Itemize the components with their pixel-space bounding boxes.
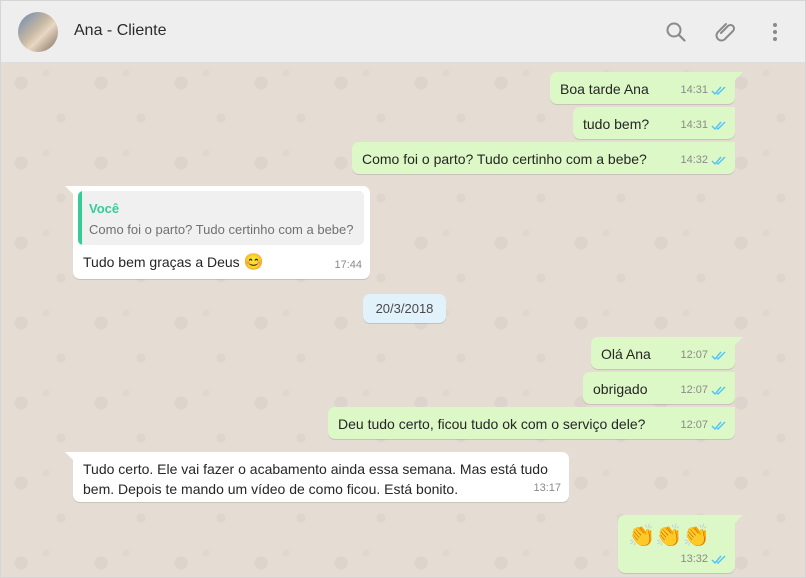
message-time: 14:32 — [680, 154, 708, 166]
message-outgoing[interactable]: Boa tarde Ana 14:31 — [550, 72, 743, 104]
read-ticks-icon — [711, 121, 726, 130]
attach-icon[interactable] — [714, 20, 738, 44]
message-time: 13:32 — [680, 553, 708, 565]
message-outgoing[interactable]: Como foi o parto? Tudo certinho com a be… — [352, 142, 735, 174]
message-text: tudo bem? — [583, 116, 650, 132]
clapping-hands-emoji: 👏👏👏 — [628, 523, 711, 548]
message-text: Deu tudo certo, ficou tudo ok com o serv… — [338, 416, 646, 432]
message-time: 12:07 — [680, 349, 708, 361]
message-outgoing[interactable]: Olá Ana 12:07 — [591, 337, 743, 369]
message-outgoing[interactable]: 👏👏👏 13:32 — [618, 515, 743, 573]
date-divider: 20/3/2018 — [363, 294, 446, 323]
message-list[interactable]: Boa tarde Ana 14:31 tudo bem? 14:31 Como… — [1, 63, 805, 577]
read-ticks-icon — [711, 421, 726, 430]
quoted-message[interactable]: Você Como foi o parto? Tudo certinho com… — [78, 191, 364, 245]
message-outgoing[interactable]: tudo bem? 14:31 — [573, 107, 735, 139]
message-incoming[interactable]: Tudo certo. Ele vai fazer o acabamento a… — [65, 452, 569, 502]
message-incoming[interactable]: Você Como foi o parto? Tudo certinho com… — [65, 186, 370, 279]
message-text-line-2: bem. Depois te mando um vídeo de como fi… — [83, 481, 459, 497]
message-text: Olá Ana — [601, 346, 651, 362]
message-text: Tudo bem graças a Deus 😊 — [83, 254, 264, 271]
message-outgoing[interactable]: obrigado 12:07 — [583, 372, 735, 404]
message-text: Boa tarde Ana — [560, 81, 649, 97]
read-ticks-icon — [711, 386, 726, 395]
chat-window: Ana - Cliente Boa tarde Ana 14:31 tudo b… — [0, 0, 806, 578]
message-text: Como foi o parto? Tudo certinho com a be… — [362, 151, 647, 167]
message-time: 13:17 — [533, 482, 561, 494]
quote-text: Como foi o parto? Tudo certinho com a be… — [89, 222, 354, 237]
message-text-line-1: Tudo certo. Ele vai fazer o acabamento a… — [83, 461, 548, 477]
contact-avatar[interactable] — [18, 12, 58, 52]
read-ticks-icon — [711, 86, 726, 95]
search-icon[interactable] — [664, 20, 688, 44]
message-time: 12:07 — [680, 384, 708, 396]
message-time: 12:07 — [680, 419, 708, 431]
message-text: obrigado — [593, 381, 648, 397]
message-time: 14:31 — [680, 84, 708, 96]
read-ticks-icon — [711, 555, 726, 564]
chat-header: Ana - Cliente — [1, 1, 805, 63]
menu-icon[interactable] — [763, 20, 787, 44]
read-ticks-icon — [711, 156, 726, 165]
message-time: 17:44 — [334, 259, 362, 271]
quote-author: Você — [89, 201, 120, 216]
read-ticks-icon — [711, 351, 726, 360]
smiling-emoji: 😊 — [243, 254, 264, 271]
message-outgoing[interactable]: Deu tudo certo, ficou tudo ok com o serv… — [328, 407, 735, 439]
message-time: 14:31 — [680, 119, 708, 131]
contact-name[interactable]: Ana - Cliente — [74, 22, 167, 40]
